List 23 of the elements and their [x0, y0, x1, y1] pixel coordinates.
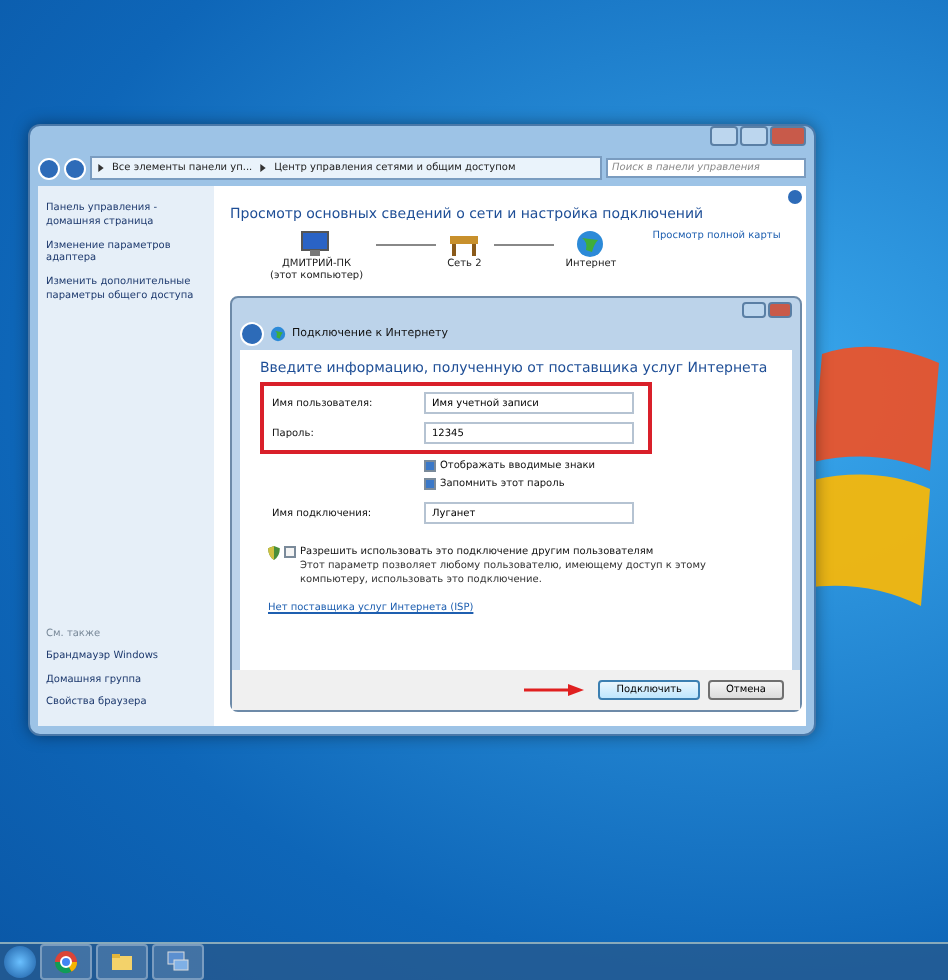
- annotation-arrow: [524, 684, 585, 696]
- forward-icon[interactable]: [64, 157, 86, 179]
- checkbox[interactable]: [284, 546, 296, 558]
- globe-icon: [270, 326, 286, 342]
- chevron-icon: [98, 164, 104, 172]
- computer-icon: [300, 230, 333, 258]
- minimize-icon[interactable]: [742, 302, 766, 318]
- help-icon[interactable]: [788, 190, 802, 204]
- back-icon[interactable]: [38, 157, 60, 179]
- close-icon[interactable]: [768, 302, 792, 318]
- browser-taskbar-icon[interactable]: [40, 944, 92, 980]
- start-button[interactable]: [4, 946, 36, 978]
- maximize-icon[interactable]: [740, 126, 768, 146]
- bench-icon: [448, 230, 481, 258]
- folder-taskbar-icon[interactable]: [96, 944, 148, 980]
- shield-icon: [268, 546, 280, 560]
- globe-icon: [574, 230, 607, 258]
- minimize-icon[interactable]: [710, 126, 738, 146]
- checkbox[interactable]: [424, 478, 436, 490]
- checkbox[interactable]: [424, 460, 436, 472]
- monitor-taskbar-icon[interactable]: [152, 944, 204, 980]
- chevron-icon: [260, 164, 267, 172]
- back-icon[interactable]: [240, 322, 264, 346]
